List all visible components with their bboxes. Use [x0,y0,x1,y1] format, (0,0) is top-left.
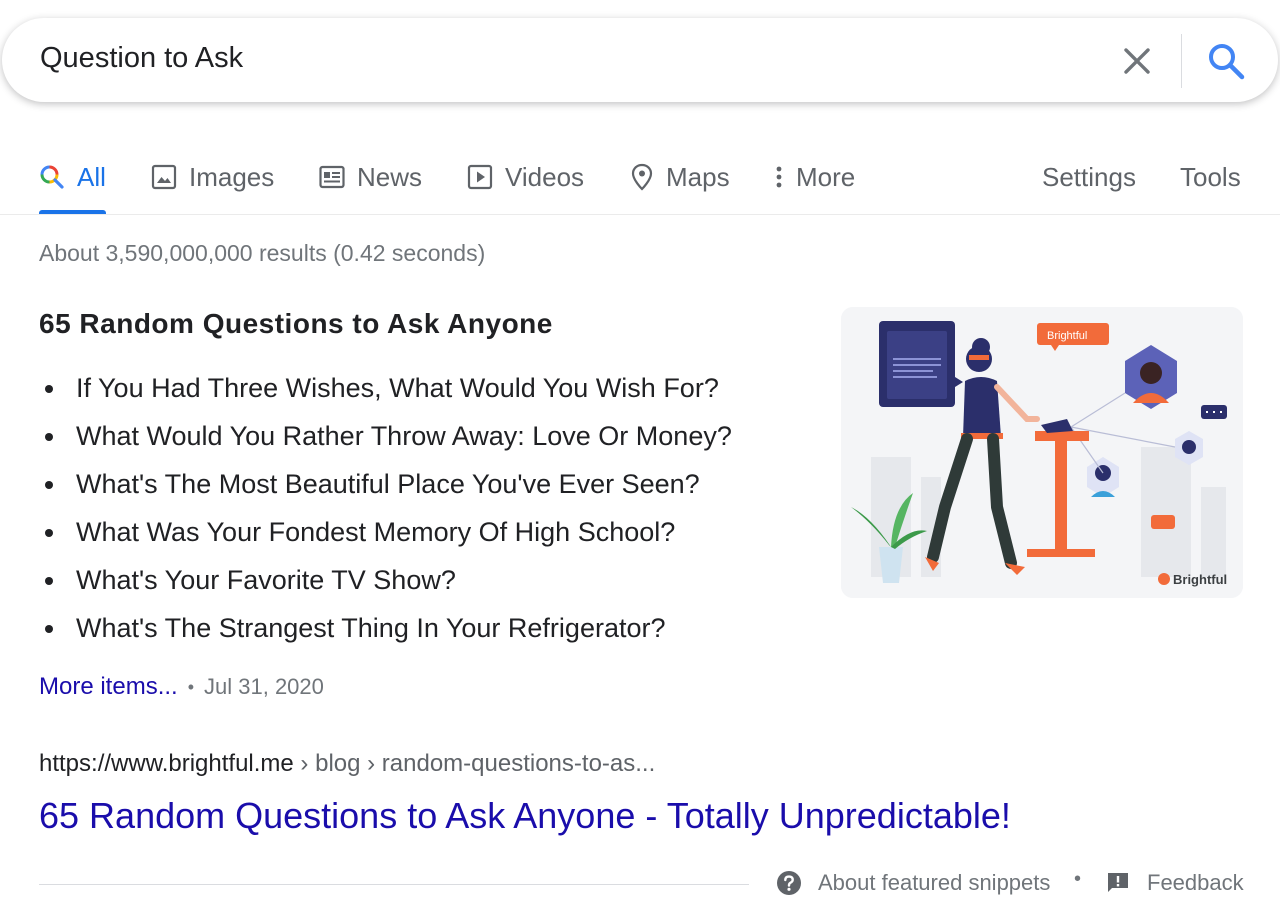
feedback-label: Feedback [1147,870,1244,895]
dot-separator: • [187,676,195,697]
result-title-link[interactable]: 65 Random Questions to Ask Anyone - Tota… [39,795,1011,837]
tab-label: Settings [1042,161,1136,192]
more-vert-icon [776,166,782,188]
search-bar[interactable]: Question to Ask [2,18,1278,102]
tab-tools[interactable]: Tools [1180,157,1241,197]
tab-label: All [77,161,106,192]
tabs-divider [0,214,1280,215]
feedback-link[interactable]: Feedback [1106,870,1244,896]
snippet-date: Jul 31, 2020 [204,674,324,699]
result-url[interactable]: https://www.brightful.me › blog › random… [39,750,655,778]
tab-label: Images [189,161,275,192]
badge-text: Brightful [1047,330,1087,342]
search-divider [1181,34,1182,88]
list-item: If You Had Three Wishes, What Would You … [39,364,732,412]
list-item: What's The Strangest Thing In Your Refri… [39,604,732,652]
url-breadcrumb: › blog › random-questions-to-as... [293,750,656,777]
image-icon [151,164,177,190]
tab-label: More [796,161,856,192]
url-host: https://www.brightful.me [39,750,294,777]
tab-all[interactable]: All [39,157,106,197]
list-item: What Would You Rather Throw Away: Love O… [39,412,732,460]
list-item: What's Your Favorite TV Show? [39,556,732,604]
tab-label: Videos [505,161,585,192]
list-item: What's The Most Beautiful Place You've E… [39,460,732,508]
search-icon[interactable] [1205,40,1247,82]
search-input[interactable]: Question to Ask [40,42,243,75]
feedback-icon [1108,873,1128,892]
snippet-thumbnail[interactable]: Brightful Brightful [841,307,1243,598]
snippet-title: 65 Random Questions to Ask Anyone [39,308,553,339]
tab-videos[interactable]: Videos [467,157,584,197]
about-snippets-label: About featured snippets [818,870,1051,895]
tab-news[interactable]: News [319,157,422,197]
tab-settings[interactable]: Settings [1042,157,1136,197]
play-icon [467,164,493,190]
results-stats: About 3,590,000,000 results (0.42 second… [39,240,486,266]
tab-label: Maps [666,161,730,192]
tab-more[interactable]: More [772,157,855,197]
close-icon[interactable] [1118,42,1156,80]
snippet-list: If You Had Three Wishes, What Would You … [39,364,732,652]
footer-separator: • [1074,868,1082,890]
news-icon [319,165,345,189]
search-multicolor-icon [40,165,64,189]
brand-text: Brightful [1173,572,1227,587]
footer-divider [39,884,749,885]
tab-images[interactable]: Images [151,157,274,197]
about-snippets-link[interactable]: About featured snippets [776,870,1050,896]
tab-maps[interactable]: Maps [630,157,730,197]
map-pin-icon [631,163,653,191]
more-items-row: More items... • Jul 31, 2020 [39,673,324,701]
more-items-link[interactable]: More items... [39,673,178,701]
tab-label: News [357,161,423,192]
help-icon [777,871,801,895]
tab-label: Tools [1180,161,1241,192]
brightful-illustration: Brightful Brightful [841,307,1243,598]
list-item: What Was Your Fondest Memory Of High Sch… [39,508,732,556]
